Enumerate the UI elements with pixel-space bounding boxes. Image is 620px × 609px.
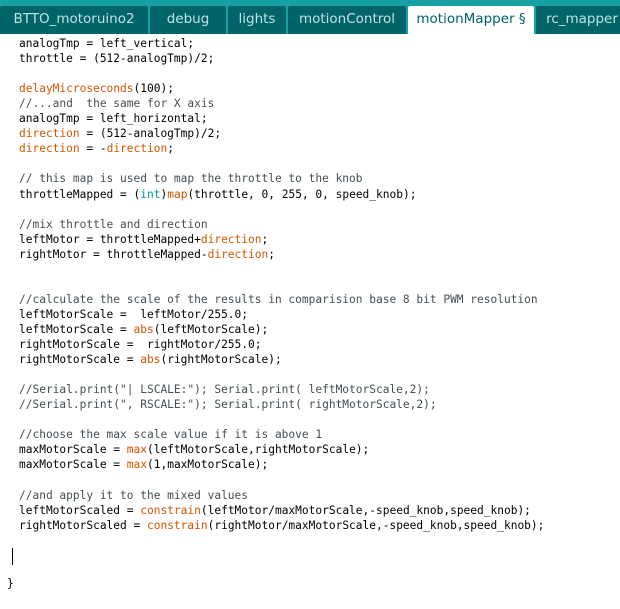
- code-line: maxMotorScale = max(leftMotorScale,right…: [19, 443, 370, 457]
- code-line: leftMotorScaled = constrain(leftMotor/ma…: [19, 503, 531, 517]
- code-line: direction = (512-analogTmp)/2;: [19, 127, 222, 141]
- tab-motion-mapper[interactable]: motionMapper §: [408, 6, 534, 34]
- tab-btto-motoruino2[interactable]: BTTO_motoruino2: [0, 6, 148, 34]
- tab-motion-control[interactable]: motionControl: [288, 6, 406, 34]
- tab-lights[interactable]: lights: [228, 6, 286, 34]
- code-line: //calculate the scale of the results in …: [19, 292, 538, 306]
- code-line: throttleMapped = (int)map(throttle, 0, 2…: [19, 187, 417, 201]
- code-line: //...and the same for X axis: [19, 97, 215, 111]
- closing-brace: }: [7, 577, 14, 590]
- code-line: leftMotor = throttleMapped+direction;: [19, 232, 269, 246]
- code-line: leftMotorScale = leftMotor/255.0;: [19, 307, 249, 321]
- code-line: // this map is used to map the throttle …: [19, 172, 363, 186]
- code-line: //and apply it to the mixed values: [19, 488, 249, 502]
- code-line: rightMotor = throttleMapped-direction;: [19, 247, 275, 261]
- code-line: //Serial.print("| LSCALE:"); Serial.prin…: [19, 383, 430, 397]
- code-line: leftMotorScale = abs(leftMotorScale);: [19, 322, 269, 336]
- code-line: delayMicroseconds(100);: [19, 82, 174, 96]
- text-cursor: [12, 548, 13, 565]
- code-line: maxMotorScale = max(1,maxMotorScale);: [19, 458, 269, 472]
- code-editor[interactable]: } analogTmp = left_vertical; throttle = (…: [0, 34, 620, 609]
- sketch-tab-bar: BTTO_motoruino2 debug lights motionContr…: [0, 0, 620, 34]
- arduino-ide-window: BTTO_motoruino2 debug lights motionContr…: [0, 0, 620, 609]
- tab-rc-mapper[interactable]: rc_mapper: [536, 6, 620, 34]
- code-line: direction = -direction;: [19, 142, 174, 156]
- code-line: rightMotorScale = rightMotor/255.0;: [19, 338, 262, 351]
- code-line: //Serial.print(", RSCALE:"); Serial.prin…: [19, 398, 437, 412]
- code-line: analogTmp = left_vertical;: [19, 37, 195, 50]
- code-line: throttle = (512-analogTmp)/2;: [19, 52, 215, 66]
- code-line: analogTmp = left_horizontal;: [19, 112, 208, 126]
- code-line: //choose the max scale value if it is ab…: [19, 428, 323, 442]
- code-line: rightMotorScale = abs(rightMotorScale);: [19, 353, 282, 367]
- code-line: //mix throttle and direction: [19, 217, 208, 231]
- tab-debug[interactable]: debug: [150, 6, 226, 34]
- code-line: rightMotorScaled = constrain(rightMotor/…: [19, 518, 545, 532]
